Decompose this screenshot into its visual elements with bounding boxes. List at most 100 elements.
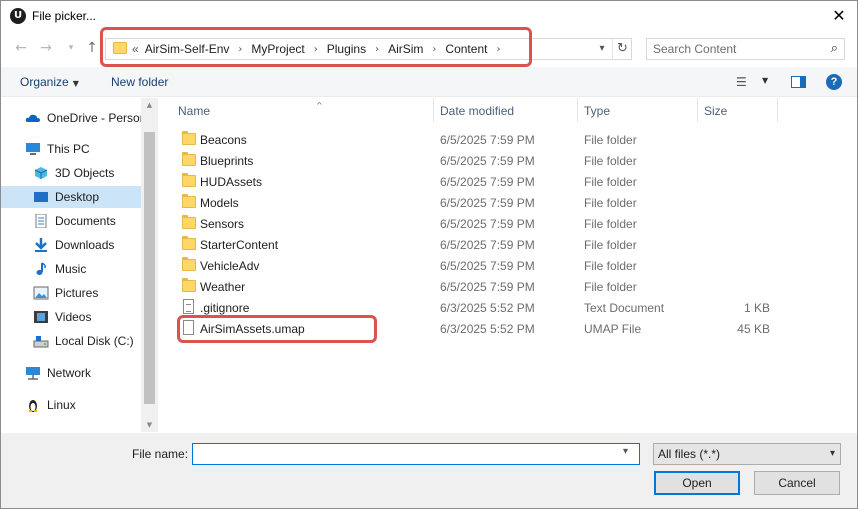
scroll-thumb[interactable]	[144, 132, 155, 404]
sidebar-item-network[interactable]: Network	[1, 362, 141, 384]
column-divider[interactable]	[577, 98, 578, 122]
file-date: 6/5/2025 7:59 PM	[440, 217, 535, 231]
folder-icon	[182, 257, 196, 271]
folder-icon	[182, 236, 196, 250]
table-row[interactable]: Weather 6/5/2025 7:59 PM File folder	[177, 276, 797, 297]
column-divider[interactable]	[697, 98, 698, 122]
music-icon	[36, 262, 46, 275]
table-row[interactable]: Sensors 6/5/2025 7:59 PM File folder	[177, 213, 797, 234]
filename-history-chevron-down-icon[interactable]: ▾	[623, 446, 628, 457]
file-type-filter-select[interactable]: All files (*.*) ▾	[653, 443, 841, 465]
file-highlight-box	[177, 315, 377, 343]
sidebar-item-this-pc[interactable]: This PC	[1, 138, 141, 160]
file-type: File folder	[584, 175, 637, 189]
navigation-scrollbar[interactable]: ▲ ▼	[141, 98, 158, 432]
filter-selected-value: All files (*.*)	[658, 447, 721, 461]
3d-objects-icon	[34, 167, 48, 179]
close-icon[interactable]: ✕	[827, 5, 851, 27]
sidebar-item-label: Videos	[55, 310, 92, 324]
new-folder-button[interactable]: New folder	[111, 75, 168, 89]
chevron-down-icon: ▼	[72, 79, 79, 88]
file-date: 6/5/2025 7:59 PM	[440, 259, 535, 273]
file-size: 1 KB	[743, 301, 770, 315]
sidebar-item-3d-objects[interactable]: 3D Objects	[1, 162, 141, 184]
table-row[interactable]: VehicleAdv 6/5/2025 7:59 PM File folder	[177, 255, 797, 276]
file-name: .gitignore	[200, 301, 250, 315]
videos-icon	[34, 311, 48, 323]
column-divider[interactable]	[433, 98, 434, 122]
sidebar-item-local-disk[interactable]: Local Disk (C:)	[1, 330, 141, 352]
file-date: 6/5/2025 7:59 PM	[440, 280, 535, 294]
table-row[interactable]: Beacons 6/5/2025 7:59 PM File folder	[177, 129, 797, 150]
help-icon[interactable]: ?	[826, 74, 842, 90]
column-header-date[interactable]: Date modified	[440, 104, 514, 122]
folder-icon	[182, 278, 196, 292]
sidebar-item-desktop[interactable]: Desktop	[1, 186, 141, 208]
open-button[interactable]: Open	[654, 471, 740, 495]
filename-input[interactable]	[192, 443, 640, 465]
file-picker-dialog: U File picker... ✕ ← → ▾ ↑ « AirSim-Self…	[0, 0, 858, 509]
search-icon[interactable]: ⌕	[831, 41, 838, 56]
sidebar-item-label: Downloads	[55, 238, 115, 252]
sidebar-item-music[interactable]: Music	[1, 258, 141, 280]
recent-locations-chevron-down-icon[interactable]: ▾	[60, 37, 82, 59]
scroll-up-icon[interactable]: ▲	[141, 98, 158, 112]
column-header-name[interactable]: Name ^	[178, 101, 323, 122]
sidebar-item-linux[interactable]: Linux	[1, 394, 141, 416]
sidebar-item-label: This PC	[47, 142, 90, 156]
view-options-chevron-down-icon[interactable]: ▼	[762, 76, 768, 85]
search-placeholder: Search Content	[653, 42, 737, 56]
file-date: 6/3/2025 5:52 PM	[440, 301, 535, 315]
sidebar-item-label: Documents	[55, 214, 116, 228]
folder-icon	[182, 215, 196, 229]
downloads-icon	[35, 238, 47, 252]
organize-menu-button[interactable]: Organize ▼	[20, 75, 79, 89]
back-arrow-icon[interactable]: ←	[10, 37, 32, 59]
folder-icon	[182, 173, 196, 187]
preview-pane-icon[interactable]	[791, 76, 806, 88]
file-type: File folder	[584, 280, 637, 294]
chevron-down-icon: ▾	[829, 448, 835, 459]
file-name: HUDAssets	[200, 175, 263, 189]
table-row[interactable]: HUDAssets 6/5/2025 7:59 PM File folder	[177, 171, 797, 192]
sidebar-item-onedrive[interactable]: OneDrive - Personal	[1, 107, 141, 129]
scroll-down-icon[interactable]: ▼	[141, 418, 158, 432]
file-name: Beacons	[200, 133, 247, 147]
sidebar-item-downloads[interactable]: Downloads	[1, 234, 141, 256]
address-history-chevron-down-icon[interactable]: ▾	[595, 40, 609, 58]
change-view-icon[interactable]: ☰	[736, 75, 747, 89]
search-box[interactable]: Search Content ⌕	[646, 38, 845, 60]
dialog-footer: File name: ▾ All files (*.*) ▾ Open Canc…	[1, 433, 857, 508]
onedrive-cloud-icon	[25, 114, 40, 122]
sidebar-item-documents[interactable]: Documents	[1, 210, 141, 232]
column-divider[interactable]	[777, 98, 778, 122]
sort-ascending-icon: ^	[316, 101, 323, 110]
sidebar-item-label: Desktop	[55, 190, 100, 204]
file-name: Blueprints	[200, 154, 254, 168]
cancel-button[interactable]: Cancel	[754, 471, 840, 495]
text-document-icon	[183, 299, 194, 314]
sidebar-item-pictures[interactable]: Pictures	[1, 282, 141, 304]
sidebar-item-label: OneDrive - Personal	[47, 111, 141, 125]
sidebar-item-label: Network	[47, 366, 92, 380]
table-row[interactable]: Blueprints 6/5/2025 7:59 PM File folder	[177, 150, 797, 171]
sidebar-item-label: Local Disk (C:)	[55, 334, 134, 348]
column-header-size[interactable]: Size	[704, 104, 727, 122]
linux-icon	[29, 400, 37, 412]
navigation-pane: OneDrive - Personal This PC 3D Objects D…	[1, 98, 158, 432]
file-date: 6/3/2025 5:52 PM	[440, 322, 535, 336]
filename-label: File name:	[132, 447, 189, 461]
refresh-icon[interactable]: ↻	[612, 38, 632, 60]
folder-icon	[182, 194, 196, 208]
sidebar-item-videos[interactable]: Videos	[1, 306, 141, 328]
column-header-type[interactable]: Type	[584, 104, 610, 122]
table-row[interactable]: Models 6/5/2025 7:59 PM File folder	[177, 192, 797, 213]
file-date: 6/5/2025 7:59 PM	[440, 133, 535, 147]
drive-icon	[33, 336, 49, 348]
organize-label: Organize	[20, 75, 69, 89]
command-toolbar: Organize ▼ New folder ☰ ▼ ?	[1, 67, 857, 97]
file-type: File folder	[584, 133, 637, 147]
table-row[interactable]: StarterContent 6/5/2025 7:59 PM File fol…	[177, 234, 797, 255]
forward-arrow-icon[interactable]: →	[35, 37, 57, 59]
sidebar-item-label: Linux	[47, 398, 76, 412]
